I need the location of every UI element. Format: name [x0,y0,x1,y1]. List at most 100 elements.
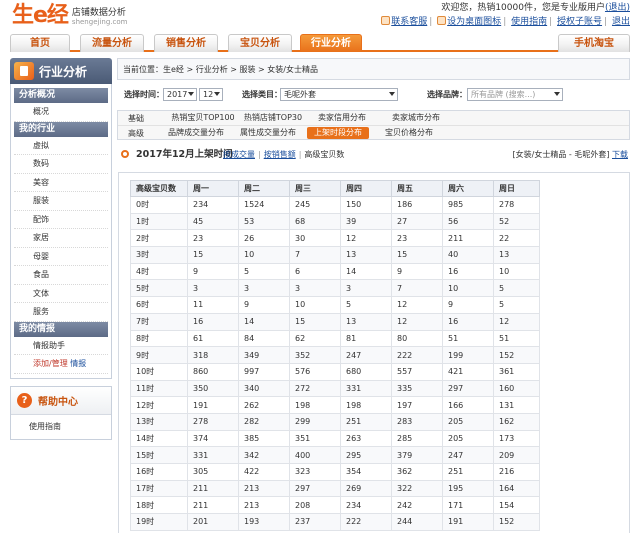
count-cell: 5 [238,262,290,281]
sidebar-item-clothing[interactable]: 服装 [14,192,108,211]
hour-cell: 18时 [130,496,188,515]
subtab-attr-volume[interactable]: 属性成交量分布 [236,127,300,139]
subtab-price-dist[interactable]: 宝贝价格分布 [380,127,438,139]
count-cell: 211 [187,496,239,515]
intel-link[interactable]: 情报 [70,359,86,368]
count-cell: 22 [493,229,540,248]
sidebar-item-intel-assistant[interactable]: 情报助手 [14,337,108,355]
section-header: 2017年12月上架时间 按成交量 | 按销售额 | 高级宝贝数 [女装/女士精品 - … [117,148,630,162]
hour-cell: 5时 [130,279,188,298]
tab-sales[interactable]: 销售分析 [154,34,218,52]
category-select[interactable]: 毛呢外套 [280,88,398,101]
count-cell: 272 [289,379,341,398]
by-volume-link[interactable]: 按成交量 [223,150,255,159]
subtab-brand-volume[interactable]: 品牌成交量分布 [164,127,228,139]
sidebar-item-food[interactable]: 食品 [14,266,108,285]
logo[interactable]: 生e经 店铺数据分析 shengejing.com [12,3,127,29]
count-cell: 247 [340,346,392,364]
count-cell: 379 [391,446,443,464]
sidebar-item-add-manage[interactable]: 添加/管理 情报 [14,355,108,374]
sidebar-title: 行业分析 [10,58,112,84]
count-cell: 199 [442,346,494,364]
help-title: 帮助中心 [38,397,78,408]
help-item-guide[interactable]: 使用指南 [11,415,111,439]
sidebar-item-home[interactable]: 家居 [14,229,108,248]
count-cell: 15 [391,246,443,264]
count-cell: 68 [289,212,341,231]
sidebar-item-overview[interactable]: 概况 [14,103,108,122]
count-cell: 211 [442,229,494,248]
sidebar-item-accessories[interactable]: 配饰 [14,211,108,229]
sidebar-item-sports[interactable]: 文体 [14,285,108,303]
logout-link-top[interactable]: (退出) [605,3,630,13]
year-value: 2017 [167,90,188,99]
download-link[interactable]: 下载 [612,150,628,159]
table-row: 4时 9 5 6 14 9 16 10 [130,262,540,281]
service-icon [381,16,391,25]
count-cell: 10 [493,262,540,281]
count-cell: 222 [391,346,443,364]
count-cell: 297 [442,379,494,398]
count-cell: 244 [391,513,443,531]
count-cell: 30 [289,229,341,248]
count-cell: 10 [442,279,494,298]
hour-cell: 16时 [130,463,188,481]
column-header: 周三 [289,180,341,197]
tab-traffic[interactable]: 流量分析 [80,34,144,52]
logout-link[interactable]: 退出 [612,17,630,27]
sidebar-item-baby[interactable]: 母婴 [14,248,108,266]
subtab-seller-city[interactable]: 卖家城市分布 [380,112,452,124]
subtab-hot-shops[interactable]: 热销店铺TOP30 [236,112,310,124]
count-cell: 198 [340,396,392,414]
brand-placeholder: 所有品牌 (搜索...) [471,90,536,99]
sidebar-item-digital[interactable]: 数码 [14,155,108,174]
subtab-hot-items[interactable]: 热销宝贝TOP100 [164,112,242,124]
tab-industry[interactable]: 行业分析 [300,34,362,52]
year-select[interactable]: 2017 [163,88,197,101]
clock-icon [121,150,129,158]
chevron-down-icon [188,92,194,96]
advanced-items-label: 高级宝贝数 [304,150,345,159]
sidebar-item-virtual[interactable]: 虚拟 [14,137,108,155]
sidebar-menu: 分析概况 概况 我的行业 虚拟 数码 美容 服装 配饰 家居 母婴 食品 文体 … [10,84,112,379]
hour-cell: 1时 [130,212,188,231]
count-cell: 213 [238,479,290,498]
month-select[interactable]: 12 [199,88,223,101]
count-cell: 12 [493,312,540,331]
count-cell: 15 [187,246,239,264]
count-cell: 323 [289,463,341,481]
sub-tabs-advanced: 高级 品牌成交量分布 属性成交量分布 上架时段分布 宝贝价格分布 [118,126,629,140]
by-sales-link[interactable]: 按销售额 [264,150,296,159]
hour-cell: 15时 [130,446,188,464]
subtab-listing-time[interactable]: 上架时段分布 [307,127,369,139]
count-cell: 269 [340,479,392,498]
contact-service-link[interactable]: 联系客服 [391,17,427,27]
subtab-seller-credit[interactable]: 卖家信用分布 [306,112,378,124]
count-cell: 23 [391,229,443,248]
category-path: [女装/女士精品 - 毛呢外套] [512,150,610,159]
count-cell: 216 [493,463,540,481]
count-cell: 150 [340,196,392,214]
table-row: 14时 374 385 351 263 285 205 173 [130,429,540,448]
tab-mobile-taobao[interactable]: 手机淘宝 [558,34,630,52]
chevron-down-icon [554,92,560,96]
count-cell: 40 [442,246,494,264]
tab-home[interactable]: 首页 [10,34,70,52]
count-cell: 351 [289,429,341,448]
sidebar-item-beauty[interactable]: 美容 [14,174,108,192]
brand-search-select[interactable]: 所有品牌 (搜索...) [467,88,563,101]
guide-link[interactable]: 使用指南 [511,17,547,27]
sub-account-link[interactable]: 授权子账号 [557,17,602,27]
count-cell: 154 [493,496,540,515]
count-cell: 173 [493,429,540,448]
table-row: 3时 15 10 7 13 15 40 13 [130,246,540,264]
help-header: ? 帮助中心 [11,387,111,415]
tab-item[interactable]: 宝贝分析 [228,34,292,52]
count-cell: 5 [493,279,540,298]
count-cell: 13 [493,246,540,264]
desktop-icon-link[interactable]: 设为桌面图标 [447,17,501,27]
sidebar-item-service[interactable]: 服务 [14,303,108,322]
count-cell: 247 [442,446,494,464]
count-cell: 10 [289,296,341,314]
column-header: 周五 [391,180,443,197]
